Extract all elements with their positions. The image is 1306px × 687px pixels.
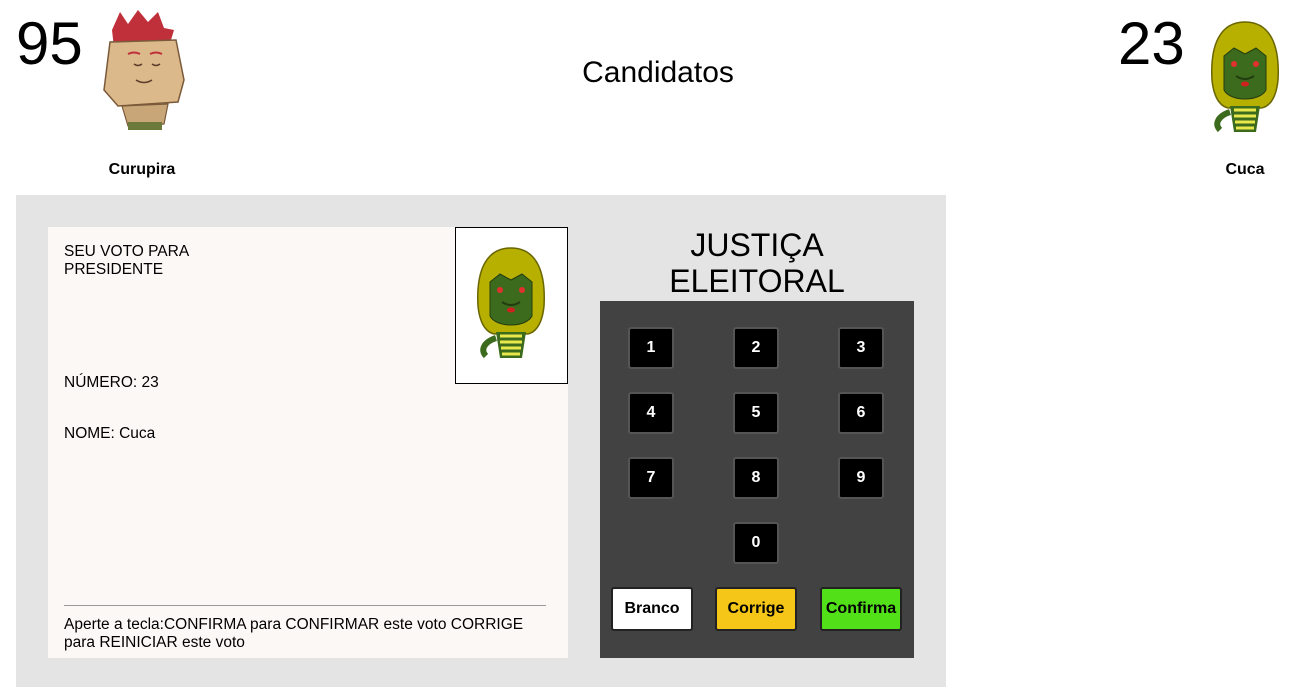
vote-for-line2: PRESIDENTE — [64, 261, 164, 278]
candidate-photo — [455, 227, 568, 384]
key-9[interactable]: 9 — [838, 457, 884, 499]
candidate-curupira: 95 Curupira — [0, 0, 200, 185]
key-0[interactable]: 0 — [733, 522, 779, 564]
key-8[interactable]: 8 — [733, 457, 779, 499]
instructions: Aperte a tecla:CONFIRMA para CONFIRMAR e… — [64, 616, 524, 651]
key-6[interactable]: 6 — [838, 392, 884, 434]
voting-machine: SEU VOTO PARA PRESIDENTE NÚMERO: 23 NOME — [16, 195, 946, 687]
vote-number: NÚMERO: 23 — [64, 374, 159, 391]
vote-screen: SEU VOTO PARA PRESIDENTE NÚMERO: 23 NOME — [48, 227, 568, 658]
key-4[interactable]: 4 — [628, 392, 674, 434]
cuca-avatar — [1211, 21, 1279, 133]
vote-for-label: SEU VOTO PARA PRESIDENTE — [64, 243, 189, 279]
brand-line1: JUSTIÇA — [690, 227, 824, 263]
confirma-button[interactable]: Confirma — [820, 587, 902, 631]
branco-button[interactable]: Branco — [611, 587, 693, 631]
brand-title: JUSTIÇA ELEITORAL — [600, 227, 914, 299]
key-2[interactable]: 2 — [733, 327, 779, 369]
vote-name: NOME: Cuca — [64, 425, 156, 442]
vote-for-line1: SEU VOTO PARA — [64, 243, 190, 260]
corrige-button[interactable]: Corrige — [715, 587, 797, 631]
key-5[interactable]: 5 — [733, 392, 779, 434]
candidate-name: Cuca — [1225, 161, 1265, 178]
key-1[interactable]: 1 — [628, 327, 674, 369]
candidate-name: Curupira — [108, 161, 176, 178]
keypad: 1 2 3 4 5 6 7 8 9 0 Branco Corrige Confi… — [600, 301, 914, 658]
cuca-photo-icon — [477, 247, 545, 359]
brand-line2: ELEITORAL — [669, 263, 845, 299]
candidate-cuca: 23 Cuca — [1110, 0, 1306, 185]
candidate-number: 23 — [1118, 10, 1185, 77]
key-3[interactable]: 3 — [838, 327, 884, 369]
divider — [64, 605, 546, 606]
key-7[interactable]: 7 — [628, 457, 674, 499]
